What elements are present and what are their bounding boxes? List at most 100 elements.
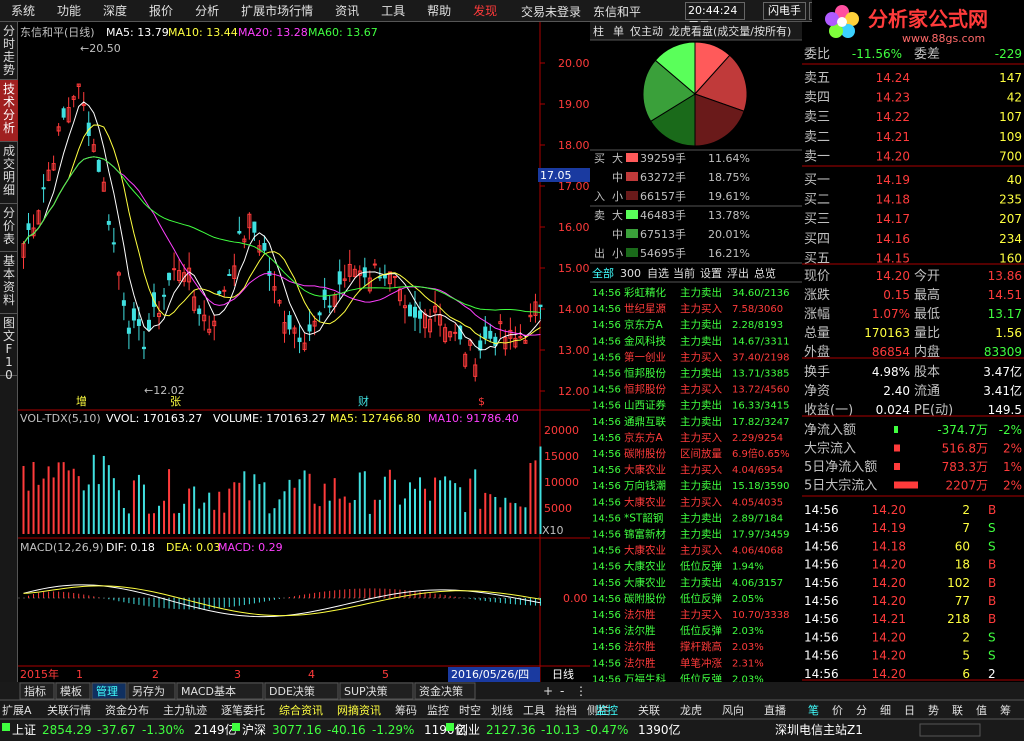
left-tab-3[interactable]: 分 价 表 — [0, 204, 18, 252]
rank-stock[interactable]: 万福生科 — [624, 672, 666, 682]
rank-stock[interactable]: 锦富新材 — [624, 528, 666, 541]
feature-tab-1[interactable]: 关联行情 — [47, 703, 91, 717]
feature-tab-6[interactable]: 网摘资讯 — [337, 703, 381, 717]
rank-stock[interactable]: 法尔胜 — [624, 640, 656, 653]
flow-filter-5[interactable]: 浮出 — [727, 266, 749, 280]
rank-stock[interactable]: 大康农业 — [624, 560, 666, 573]
flow-filter-1[interactable]: 300 — [620, 267, 641, 280]
chart-tab-2[interactable]: 管理 — [96, 684, 118, 698]
quote-tab-0[interactable]: 笔 — [808, 703, 819, 717]
quote-tab-2[interactable]: 分 — [856, 704, 867, 717]
feature-tab-7[interactable]: 筹码 — [395, 703, 417, 717]
feature-tab-5[interactable]: 综合资讯 — [279, 703, 323, 717]
kline-chart-area[interactable]: 东信和平(日线) MA5: 13.79 MA10: 13.44 MA20: 13.28… — [18, 22, 590, 682]
rank-stock[interactable]: 恒邦股份 — [624, 383, 666, 396]
chart-tab-1[interactable]: 模板 — [60, 684, 82, 698]
right-tab-1[interactable]: 关联 — [638, 703, 660, 717]
feature-tab-8[interactable]: 监控 — [427, 703, 449, 717]
rank-stock[interactable]: 大康农业 — [624, 495, 666, 508]
feature-tab-2[interactable]: 资金分布 — [105, 703, 149, 717]
quote-tab-5[interactable]: 势 — [928, 704, 939, 717]
right-tab-4[interactable]: 直播 — [764, 703, 786, 717]
quote-tab-4[interactable]: 日 — [904, 704, 915, 717]
kline-chart[interactable]: 东信和平(日线) MA5: 13.79 MA10: 13.44 MA20: 13.28… — [18, 22, 590, 682]
rank-stock[interactable]: *ST韶钢 — [624, 511, 663, 524]
candle-body — [96, 159, 101, 172]
left-tab-1[interactable]: 技 术 分 析 — [0, 80, 18, 142]
right-tab-2[interactable]: 龙虎 — [680, 704, 702, 717]
rank-stock[interactable]: 恒邦股份 — [624, 367, 666, 380]
quote-tab-3[interactable]: 细 — [880, 704, 891, 717]
zoom-in-icon[interactable]: + — [543, 684, 553, 698]
left-tab-0[interactable]: 分 时 走 势 — [0, 22, 18, 80]
rank-stock[interactable]: 大康农业 — [624, 544, 666, 557]
chart-tab-3[interactable]: 另存为 — [132, 684, 165, 698]
left-tab-4[interactable]: 基 本 资 料 — [0, 252, 18, 314]
rank-stock[interactable]: 大康农业 — [624, 576, 666, 589]
menu-item-8[interactable]: 帮助 — [416, 0, 462, 22]
menu-item-0[interactable]: 系统 — [0, 0, 46, 22]
more-icon[interactable]: ⋮ — [575, 684, 587, 698]
flow-header-tab-3[interactable]: 龙虎看盘(成交量/按所有) — [669, 24, 791, 38]
flow-header-tab-0[interactable]: 柱 — [593, 24, 604, 38]
trade-login-status[interactable]: 交易未登录 — [515, 3, 587, 20]
rank-stock[interactable]: 京东方A — [624, 431, 663, 444]
flow-filter-4[interactable]: 设置 — [700, 267, 722, 280]
rank-stock[interactable]: 法尔胜 — [624, 608, 656, 621]
quote-tab-6[interactable]: 联 — [952, 704, 963, 717]
rank-stock[interactable]: 碳附股份 — [624, 447, 666, 460]
chart-tab-6[interactable]: SUP决策 — [344, 684, 388, 698]
x-axis-label: 5 — [382, 668, 389, 681]
feature-tab-4[interactable]: 逐笔委托 — [221, 703, 265, 717]
rank-stock[interactable]: 法尔胜 — [624, 656, 656, 669]
flow-filter-0[interactable]: 全部 — [592, 266, 614, 280]
flow-header-tab-2[interactable]: 仅主动 — [630, 25, 663, 38]
left-tab-2[interactable]: 成 交 明 细 — [0, 142, 18, 204]
flow-filter-2[interactable]: 自选 — [647, 267, 669, 280]
left-tab-5[interactable]: 图 文 F 1 0 — [0, 314, 18, 382]
feature-tab-9[interactable]: 时空 — [459, 703, 481, 717]
rank-stock[interactable]: 山西证券 — [624, 399, 666, 412]
rank-stock[interactable]: 碳附股份 — [624, 592, 666, 605]
menu-item-7[interactable]: 工具 — [370, 0, 416, 22]
feature-tab-11[interactable]: 工具 — [523, 704, 545, 717]
right-tab-3[interactable]: 风向 — [722, 703, 744, 717]
rank-stock[interactable]: 京东方A — [624, 318, 663, 331]
chart-tab-5[interactable]: DDE决策 — [269, 684, 315, 698]
feature-tab-12[interactable]: 抬档 — [555, 703, 577, 717]
quote-tab-1[interactable]: 价 — [832, 704, 843, 717]
rank-stock[interactable]: 第一创业 — [624, 350, 666, 363]
menu-item-5[interactable]: 扩展市场行情 — [230, 0, 324, 22]
chart-tab-4[interactable]: MACD基本 — [181, 684, 236, 698]
menu-item-9[interactable]: 发现 — [462, 0, 508, 22]
menu-item-3[interactable]: 报价 — [138, 0, 184, 22]
chart-tab-7[interactable]: 资金决策 — [419, 684, 463, 698]
right-tab-0[interactable]: 监控 — [596, 703, 618, 717]
rank-stock[interactable]: 彩虹精化 — [624, 286, 666, 299]
flow-header-tab-1[interactable]: 单 — [613, 25, 624, 38]
chart-tab-0[interactable]: 指标 — [24, 684, 46, 698]
feature-tab-0[interactable]: 扩展A — [2, 703, 32, 717]
menu-item-2[interactable]: 深度 — [92, 0, 138, 22]
net-label: 净流入额 — [804, 423, 856, 438]
ask-volume: 700 — [999, 149, 1022, 163]
menu-item-1[interactable]: 功能 — [46, 0, 92, 22]
rank-stock[interactable]: 世纪星源 — [624, 302, 666, 315]
flash-trade-button[interactable]: 闪电手 — [763, 2, 806, 20]
period-label[interactable]: 日线 — [552, 667, 574, 681]
rank-stock[interactable]: 法尔胜 — [624, 624, 656, 637]
rank-stock[interactable]: 万向钱潮 — [624, 479, 666, 492]
flow-filter-6[interactable]: 总览 — [754, 266, 776, 280]
feature-tab-10[interactable]: 划线 — [491, 703, 513, 717]
candle-body — [136, 319, 141, 326]
quote-tab-8[interactable]: 筹 — [1000, 703, 1011, 717]
menu-item-4[interactable]: 分析 — [184, 0, 230, 22]
rank-stock[interactable]: 金风科技 — [624, 334, 666, 347]
flow-filter-3[interactable]: 当前 — [673, 266, 695, 280]
feature-tab-3[interactable]: 主力轨迹 — [163, 703, 207, 717]
zoom-out-icon[interactable]: - — [560, 684, 564, 698]
rank-stock[interactable]: 大康农业 — [624, 463, 666, 476]
menu-item-6[interactable]: 资讯 — [324, 0, 370, 22]
quote-tab-7[interactable]: 值 — [976, 704, 987, 717]
rank-stock[interactable]: 通鼎互联 — [624, 416, 666, 428]
